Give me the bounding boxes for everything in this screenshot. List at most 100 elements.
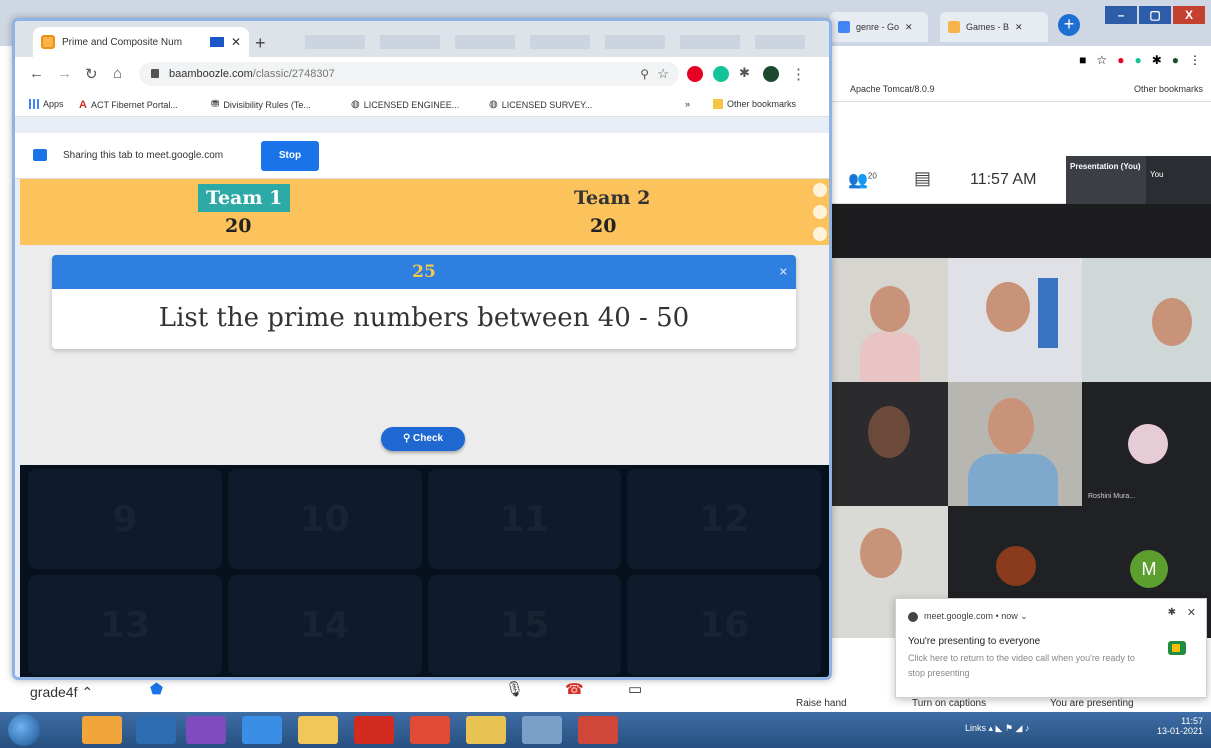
puzzle-icon[interactable]: ✱ (739, 65, 750, 81)
tab-strip: Prime and Composite Num ✕ + (15, 21, 829, 57)
acrobat-icon[interactable] (354, 716, 394, 744)
star-icon[interactable]: ☆ (657, 62, 669, 86)
links-toolbar[interactable]: Links ▴ ◣ ⚑ ◢ ♪ (965, 723, 1029, 734)
bookmark-act[interactable]: A ACT Fibernet Portal... (79, 99, 178, 111)
presentation-tile[interactable]: Presentation (You) (1066, 156, 1146, 204)
home-icon[interactable]: ⌂ (113, 65, 122, 82)
folder-icon[interactable] (466, 716, 506, 744)
team-2-name[interactable]: Team 2 (566, 184, 658, 212)
chrome-icon[interactable] (410, 716, 450, 744)
hang-up-icon[interactable]: ☎ (565, 680, 584, 698)
close-icon[interactable]: ✕ (1015, 22, 1023, 33)
stop-sharing-button[interactable]: Stop (261, 141, 319, 171)
question-tile[interactable]: 12 (627, 469, 821, 569)
gear-icon[interactable]: ✱ (1168, 607, 1176, 618)
bookmark-apps[interactable]: Apps (29, 99, 64, 109)
maximize-button[interactable]: ▢ (1139, 6, 1171, 24)
question-tile[interactable]: 15 (427, 575, 622, 675)
reload-icon[interactable]: ↻ (85, 65, 98, 83)
check-button[interactable]: ⚲ Check (381, 427, 465, 451)
system-clock[interactable]: 11:57 13-01-2021 (1157, 716, 1203, 736)
participant-tile[interactable] (830, 382, 948, 506)
network-icon[interactable]: ▴ ◣ ⚑ ◢ ♪ (989, 723, 1030, 733)
people-icon[interactable]: 👥20 (848, 170, 877, 190)
new-tab-button[interactable]: + (255, 33, 266, 54)
pinterest-icon[interactable] (687, 66, 703, 82)
close-icon[interactable]: ✕ (905, 22, 913, 33)
tab-genre[interactable]: genre - Go ✕ (830, 12, 928, 42)
grammarly-icon[interactable] (713, 66, 729, 82)
profile-icon[interactable]: ● (1172, 53, 1179, 67)
new-tab-button[interactable]: + (1058, 14, 1080, 36)
internet-explorer-icon[interactable] (242, 716, 282, 744)
tab-prime-composite[interactable]: Prime and Composite Num ✕ (33, 27, 249, 57)
globe-icon: ◍ (489, 99, 498, 110)
powerpoint-icon[interactable] (578, 716, 618, 744)
address-bar[interactable]: baamboozle.com/classic/2748307 ⚲ ☆ (139, 62, 679, 86)
bookmark-other[interactable]: Other bookmarks (713, 99, 796, 109)
file-explorer-icon[interactable] (298, 716, 338, 744)
team-1-name[interactable]: Team 1 (198, 184, 291, 212)
mic-icon[interactable]: 🎙 (505, 680, 524, 698)
question-tile[interactable]: 9 (28, 469, 222, 569)
forward-arrow-icon[interactable]: → (57, 65, 72, 82)
edit-icon[interactable] (813, 205, 827, 219)
menu-icon[interactable]: ⋮ (1189, 53, 1201, 67)
participant-tile[interactable] (1082, 258, 1211, 382)
close-icon[interactable]: ✕ (1187, 606, 1196, 619)
meeting-name[interactable]: grade4f ⌃ (30, 684, 93, 701)
profile-icon[interactable] (763, 66, 779, 82)
camera-off-icon[interactable]: ▭ (628, 680, 642, 698)
close-window-button[interactable]: X (1173, 6, 1205, 24)
close-icon[interactable]: ✕ (231, 35, 241, 49)
bookmark-other[interactable]: Other bookmarks (1134, 84, 1203, 94)
presenting-notification[interactable]: meet.google.com • now ⌄ ✱ ✕ You're prese… (895, 598, 1207, 698)
windows-explorer-icon[interactable] (82, 716, 122, 744)
question-tile[interactable]: 14 (227, 575, 422, 675)
bookmark-divisibility[interactable]: ⛃ Divisibility Rules (Te... (211, 99, 311, 110)
raise-hand-button[interactable]: Raise hand (796, 698, 847, 709)
star-icon[interactable]: ☆ (1096, 53, 1107, 67)
question-tile[interactable]: 10 (227, 469, 422, 569)
participant-video (868, 406, 910, 458)
close-icon[interactable]: × (779, 255, 788, 289)
question-tile[interactable]: 13 (28, 575, 222, 675)
clock-time: 11:57 (1181, 716, 1203, 726)
bookmark-tomcat[interactable]: Apache Tomcat/8.0.9 (850, 84, 934, 94)
meet-logo-icon (1168, 641, 1186, 655)
bookmark-engineer[interactable]: ◍ LICENSED ENGINEE... (351, 99, 459, 110)
minimize-button[interactable]: – (1105, 6, 1137, 24)
notification-source-label: meet.google.com • now ⌄ (924, 611, 1028, 621)
participant-tile[interactable] (948, 258, 1082, 382)
puzzle-icon[interactable]: ✱ (1152, 53, 1162, 67)
presenting-button[interactable]: You are presenting (1050, 698, 1134, 709)
settings-icon[interactable] (813, 183, 827, 197)
chat-icon[interactable]: ▤ (914, 168, 931, 189)
menu-icon[interactable]: ⋮ (791, 65, 806, 83)
question-tile[interactable]: 16 (627, 575, 821, 675)
bookmarks-overflow[interactable]: » (685, 99, 690, 109)
bookmark-surveyor[interactable]: ◍ LICENSED SURVEY... (489, 99, 592, 110)
zoom-icon[interactable]: ⚲ (640, 62, 649, 86)
bookmarks-bar: Apps A ACT Fibernet Portal... ⛃ Divisibili… (15, 91, 829, 117)
camera-icon[interactable]: ■ (1079, 53, 1086, 67)
participant-tile[interactable] (948, 382, 1082, 506)
visual-studio-icon[interactable] (186, 716, 226, 744)
question-tile[interactable]: 11 (427, 469, 622, 569)
participant-name: Roshini Mura... (1088, 493, 1136, 500)
notepad-icon[interactable] (522, 716, 562, 744)
windows-start-button[interactable] (8, 714, 40, 746)
sound-icon[interactable] (813, 227, 827, 241)
shield-icon[interactable]: ⬟ (150, 680, 163, 698)
search-icon: ⚲ (402, 433, 411, 444)
participant-tile[interactable] (830, 258, 948, 382)
participant-tile[interactable]: Roshini Mura... (1082, 382, 1211, 506)
grammarly-icon[interactable]: ● (1134, 53, 1141, 67)
virtual-machine-icon[interactable] (136, 716, 176, 744)
tab-games[interactable]: Games - B ✕ (940, 12, 1048, 42)
captions-button[interactable]: Turn on captions (912, 698, 986, 709)
back-arrow-icon[interactable]: ← (29, 65, 44, 82)
self-tile[interactable]: You (1146, 156, 1211, 204)
pinterest-icon[interactable]: ● (1117, 53, 1124, 67)
bookmark-engineer-label: LICENSED ENGINEE... (363, 99, 460, 110)
